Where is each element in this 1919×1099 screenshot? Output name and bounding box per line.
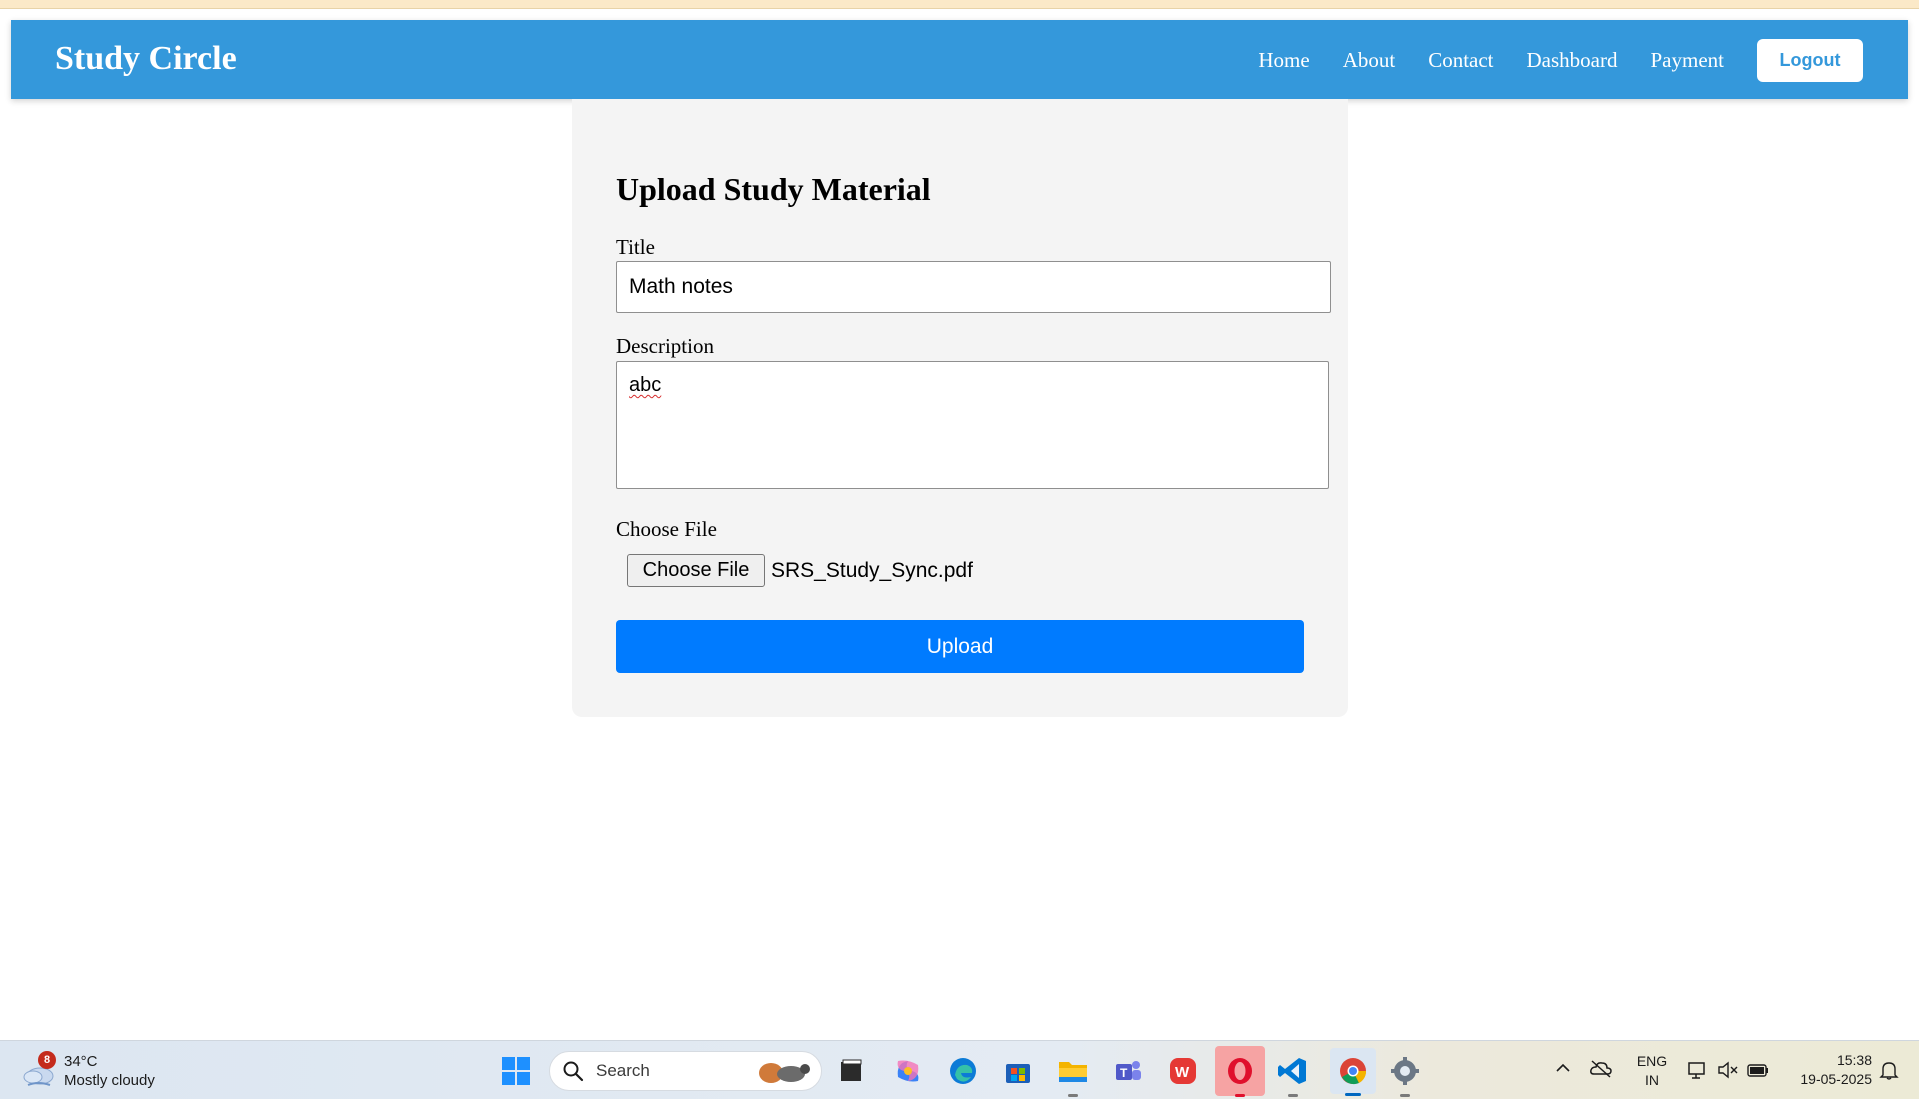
- chrome-active-indicator: [1345, 1093, 1361, 1096]
- search-icon: [563, 1061, 584, 1082]
- chrome-icon[interactable]: [1330, 1048, 1376, 1096]
- wps-office-icon[interactable]: W: [1165, 1053, 1201, 1089]
- settings-running-indicator: [1400, 1094, 1410, 1097]
- search-placeholder: Search: [596, 1061, 650, 1080]
- vscode-icon[interactable]: [1275, 1053, 1311, 1097]
- clock-time: 15:38: [1836, 1052, 1872, 1068]
- weather-condition: Mostly cloudy: [64, 1072, 155, 1089]
- settings-icon[interactable]: [1387, 1053, 1423, 1097]
- weather-text: 34°C Mostly cloudy: [64, 1052, 155, 1090]
- description-textarea[interactable]: abc: [616, 361, 1329, 489]
- nav-links: Home About Contact Dashboard Payment Log…: [1225, 38, 1863, 82]
- nav-link-contact[interactable]: Contact: [1428, 38, 1493, 82]
- folder-running-indicator: [1068, 1094, 1078, 1097]
- onedrive-offline-icon[interactable]: [1589, 1057, 1613, 1079]
- weather-temperature: 34°C: [64, 1053, 98, 1070]
- browser-top-strip: [0, 0, 1919, 9]
- vscode-running-indicator: [1288, 1094, 1298, 1097]
- file-picker: Choose File SRS_Study_Sync.pdf: [627, 554, 973, 587]
- language-region: IN: [1645, 1072, 1659, 1088]
- edge-icon[interactable]: [945, 1053, 981, 1089]
- language-indicator[interactable]: ENG IN: [1634, 1052, 1670, 1090]
- brand-logo[interactable]: Study Circle: [55, 38, 237, 80]
- upload-form-card: Upload Study Material Title Description …: [572, 99, 1348, 717]
- network-icon[interactable]: [1686, 1059, 1708, 1081]
- navbar: Study Circle Home About Contact Dashboar…: [11, 20, 1908, 99]
- opera-running-indicator: [1235, 1094, 1245, 1097]
- microsoft-store-icon[interactable]: [1000, 1053, 1036, 1089]
- windows-start-icon[interactable]: [500, 1055, 532, 1087]
- opera-icon[interactable]: [1215, 1046, 1265, 1097]
- folder-icon[interactable]: [1055, 1053, 1091, 1097]
- copilot-icon[interactable]: [890, 1053, 926, 1089]
- search-highlight-art-icon: [759, 1063, 810, 1083]
- nav-link-payment[interactable]: Payment: [1651, 38, 1725, 82]
- title-input[interactable]: [616, 261, 1331, 313]
- weather-badge: 8: [38, 1051, 56, 1069]
- upload-button[interactable]: Upload: [616, 620, 1304, 673]
- page-title: Upload Study Material: [616, 171, 931, 207]
- nav-link-home[interactable]: Home: [1258, 38, 1309, 82]
- clock-date: 19-05-2025: [1800, 1071, 1872, 1087]
- choose-file-button[interactable]: Choose File: [627, 554, 765, 587]
- nav-link-dashboard[interactable]: Dashboard: [1527, 38, 1618, 82]
- taskbar: 8 34°C Mostly cloudy Search T W ENG IN 1…: [0, 1040, 1919, 1099]
- description-label: Description: [616, 334, 714, 358]
- cloud-icon: 8: [18, 1051, 58, 1091]
- file-explorer-window-icon[interactable]: [833, 1053, 869, 1089]
- selected-file-name: SRS_Study_Sync.pdf: [771, 558, 973, 582]
- svg-text:W: W: [1175, 1064, 1190, 1081]
- notification-bell-icon[interactable]: [1878, 1059, 1900, 1081]
- battery-icon[interactable]: [1746, 1061, 1770, 1079]
- logout-button[interactable]: Logout: [1757, 38, 1863, 82]
- chevron-up-icon[interactable]: [1554, 1059, 1572, 1077]
- description-text: abc: [629, 374, 662, 396]
- svg-text:T: T: [1120, 1066, 1128, 1080]
- volume-muted-icon[interactable]: [1716, 1059, 1740, 1081]
- weather-widget[interactable]: 8 34°C Mostly cloudy: [18, 1049, 155, 1093]
- title-label: Title: [616, 235, 655, 259]
- file-label: Choose File: [616, 517, 717, 541]
- nav-link-about[interactable]: About: [1343, 38, 1396, 82]
- taskbar-search[interactable]: Search: [549, 1051, 822, 1091]
- language-code: ENG: [1636, 1053, 1668, 1069]
- teams-icon[interactable]: T: [1110, 1053, 1146, 1089]
- system-clock[interactable]: 15:38 19-05-2025: [1780, 1051, 1872, 1089]
